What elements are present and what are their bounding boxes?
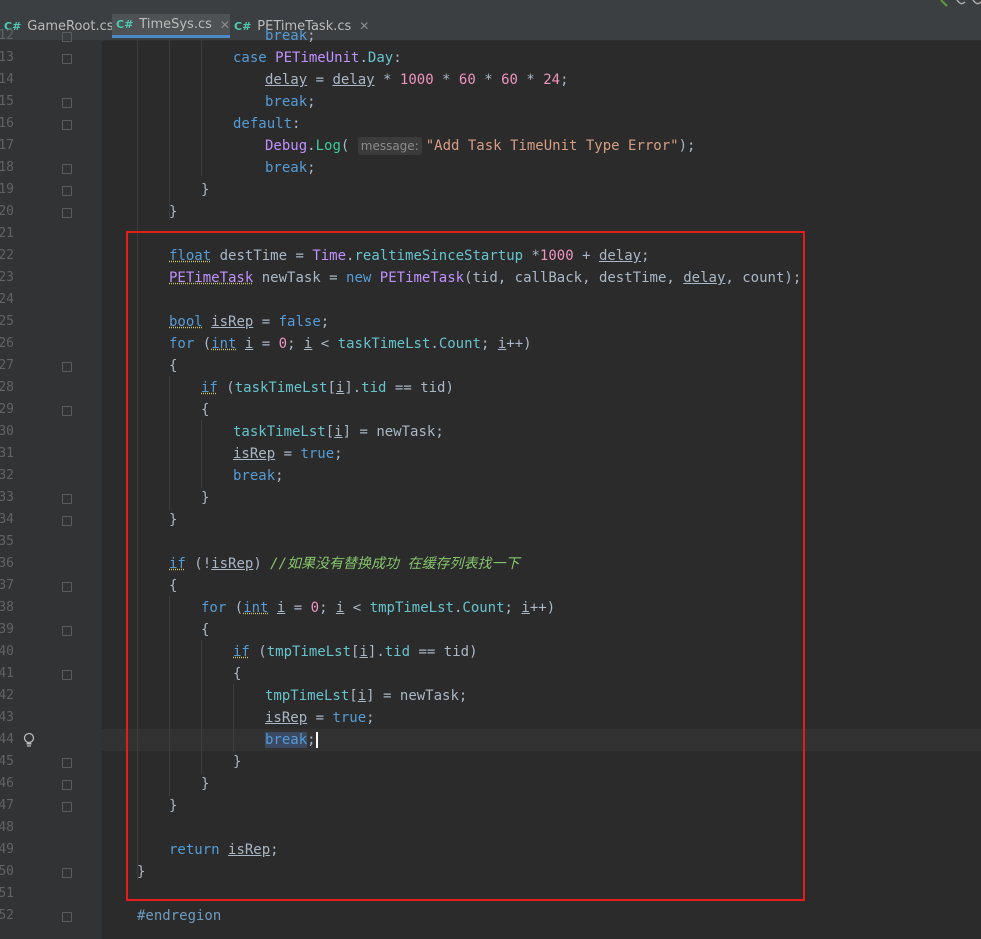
csharp-file-icon: C# (234, 19, 252, 33)
line-number: 12 (0, 28, 14, 43)
fold-marker-icon[interactable] (62, 54, 72, 64)
fold-marker-icon[interactable] (62, 582, 72, 592)
line-number: 34 (0, 512, 14, 527)
toolbar-icons[interactable] (921, 0, 981, 10)
code-line-52: #endregion (137, 908, 222, 924)
close-icon[interactable]: ✕ (220, 18, 230, 32)
line-number: 22 (0, 248, 14, 263)
fold-marker-icon[interactable] (62, 406, 72, 416)
line-number: 15 (0, 94, 14, 109)
code-line-17: Debug.Log( message: "Add Task TimeUnit Ty… (265, 137, 696, 155)
line-number: 31 (0, 446, 14, 461)
line-number: 19 (0, 182, 14, 197)
paint-icon (956, 0, 966, 5)
fold-marker-icon[interactable] (62, 912, 72, 922)
line-number: 45 (0, 754, 14, 769)
line-number: 33 (0, 490, 14, 505)
fold-marker-icon[interactable] (62, 186, 72, 196)
line-number: 48 (0, 820, 14, 835)
line-number: 32 (0, 468, 14, 483)
line-number: 28 (0, 380, 14, 395)
line-number: 42 (0, 688, 14, 703)
fold-marker-icon[interactable] (62, 780, 72, 790)
line-number: 50 (0, 864, 14, 879)
line-number: 29 (0, 402, 14, 417)
code-line-16: default: (233, 116, 301, 132)
line-number: 30 (0, 424, 14, 439)
line-number: 49 (0, 842, 14, 857)
line-number: 23 (0, 270, 14, 285)
editor-tab-bar: C# GameRoot.cs ✕ C# TimeSys.cs ✕ C# PETi… (0, 0, 981, 41)
fold-marker-icon[interactable] (62, 208, 72, 218)
fold-marker-icon[interactable] (62, 670, 72, 680)
fold-marker-icon[interactable] (62, 362, 72, 372)
fold-marker-icon[interactable] (62, 32, 72, 42)
line-number: 17 (0, 138, 14, 153)
fold-marker-icon[interactable] (62, 164, 72, 174)
code-line-12: break; (265, 28, 316, 44)
code-line-14: delay = delay * 1000 * 60 * 60 * 24; (265, 72, 569, 88)
fold-marker-icon[interactable] (62, 802, 72, 812)
line-number: 38 (0, 600, 14, 615)
close-icon[interactable]: ✕ (359, 19, 369, 33)
line-number: 35 (0, 534, 14, 549)
line-number: 46 (0, 776, 14, 791)
highlight-annotation-box (126, 231, 805, 901)
lightbulb-icon[interactable] (22, 732, 36, 748)
paint-icon (972, 0, 981, 5)
tab-timesys[interactable]: C# TimeSys.cs ✕ (112, 14, 230, 38)
fold-marker-icon[interactable] (62, 120, 72, 130)
line-number: 21 (0, 226, 14, 241)
code-line-20: } (169, 204, 178, 220)
code-line-19: } (201, 182, 210, 198)
line-number: 13 (0, 50, 14, 65)
line-number: 18 (0, 160, 14, 175)
code-line-15: break; (265, 94, 316, 110)
fold-marker-icon[interactable] (62, 626, 72, 636)
line-number-gutter (0, 40, 102, 939)
csharp-file-icon: C# (116, 18, 134, 31)
code-line-18: break; (265, 160, 316, 176)
line-number: 24 (0, 292, 14, 307)
line-number: 44 (0, 732, 14, 747)
line-number: 14 (0, 72, 14, 87)
line-number: 16 (0, 116, 14, 131)
code-line-13: case PETimeUnit.Day: (233, 50, 402, 66)
line-number: 40 (0, 644, 14, 659)
tab-gameroot[interactable]: C# GameRoot.cs ✕ (0, 14, 132, 38)
line-number: 47 (0, 798, 14, 813)
fold-marker-icon[interactable] (62, 758, 72, 768)
parameter-hint: message: (357, 137, 422, 155)
fold-marker-icon[interactable] (62, 868, 72, 878)
line-number: 36 (0, 556, 14, 571)
fold-marker-icon[interactable] (62, 494, 72, 504)
check-icon (940, 0, 948, 7)
line-number: 43 (0, 710, 14, 725)
line-number: 25 (0, 314, 14, 329)
line-number: 39 (0, 622, 14, 637)
line-number: 41 (0, 666, 14, 681)
fold-marker-icon[interactable] (62, 98, 72, 108)
line-number: 27 (0, 358, 14, 373)
tab-label: TimeSys.cs (139, 17, 212, 32)
line-number: 37 (0, 578, 14, 593)
line-number: 20 (0, 204, 14, 219)
fold-marker-icon[interactable] (62, 516, 72, 526)
line-number: 51 (0, 886, 14, 901)
line-number: 26 (0, 336, 14, 351)
line-number: 52 (0, 908, 14, 923)
